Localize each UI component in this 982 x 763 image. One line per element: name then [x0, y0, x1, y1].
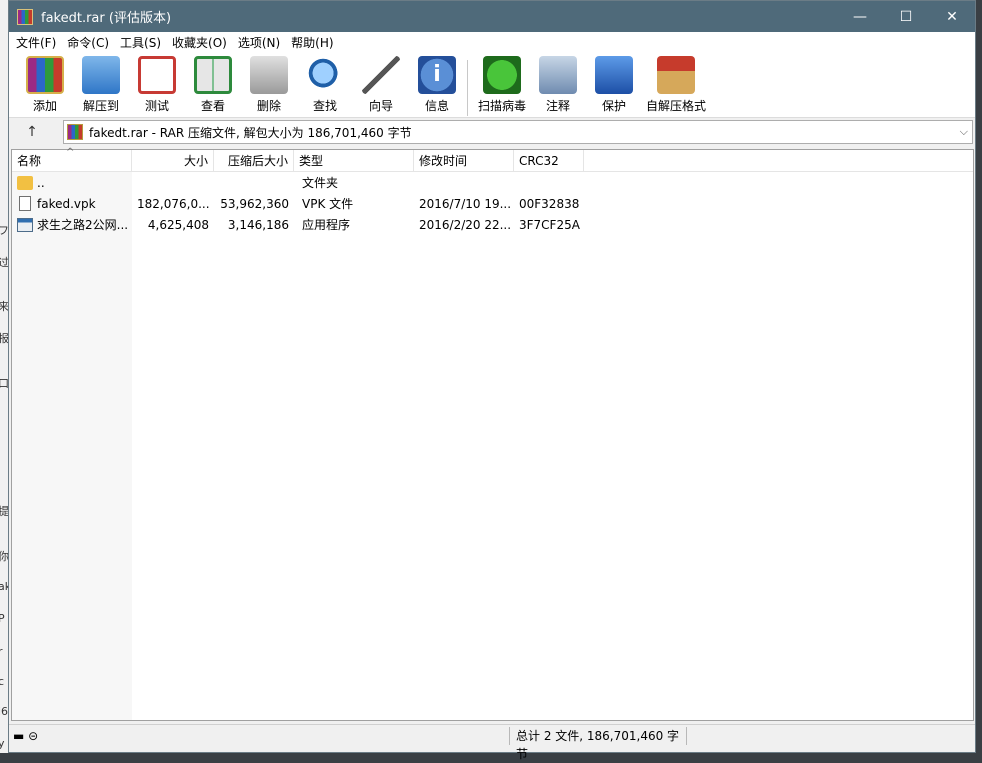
- folder-icon: [17, 175, 33, 190]
- book-icon: [194, 56, 232, 94]
- view-button[interactable]: 查看: [185, 56, 241, 114]
- delete-button[interactable]: 删除: [241, 56, 297, 114]
- desktop-background: フ 过 来 报 口 提 你 ak P r c i6 y: [0, 0, 11, 753]
- archive-path-text: fakedt.rar - RAR 压缩文件, 解包大小为 186,701,460…: [89, 125, 412, 140]
- minimize-button[interactable]: —: [837, 1, 883, 32]
- delete-label: 删除: [256, 99, 281, 113]
- toolbar-divider: [467, 60, 468, 116]
- column-header-crc[interactable]: CRC32: [514, 150, 584, 172]
- protect-label: 保护: [601, 99, 626, 113]
- add-button[interactable]: 添加: [17, 56, 73, 114]
- sort-arrow-icon: ^: [66, 147, 75, 158]
- chevron-down-icon[interactable]: ⌵: [960, 125, 968, 139]
- file-icon: [19, 196, 31, 211]
- desktop-text: c: [0, 675, 5, 688]
- folder-extract-icon: [82, 56, 120, 94]
- virus-scan-button[interactable]: 扫描病毒: [474, 56, 530, 114]
- status-drive-icons[interactable]: ▬ ⊝: [13, 729, 38, 743]
- file-type: 文件夹: [302, 176, 339, 190]
- maximize-button[interactable]: ☐: [883, 1, 929, 32]
- toolbar: 添加 解压到 测试 查看 删除 查找 向导 i 信息 扫描病毒 注释 保护 自解压…: [9, 52, 975, 118]
- name-column-background: [12, 172, 132, 720]
- file-modified: 2016/2/20 22...: [419, 217, 512, 232]
- table-row[interactable]: .. 文件夹: [12, 172, 973, 193]
- file-name: faked.vpk: [37, 196, 96, 211]
- add-archive-icon: [26, 56, 64, 94]
- title-bar[interactable]: fakedt.rar (评估版本) — ☐ ✕: [9, 1, 975, 32]
- address-bar: ↑ fakedt.rar - RAR 压缩文件, 解包大小为 186,701,4…: [9, 118, 975, 146]
- comment-button[interactable]: 注释: [530, 56, 586, 114]
- file-crc: 3F7CF25A: [519, 217, 580, 232]
- menu-commands[interactable]: 命令(C): [63, 34, 116, 51]
- column-header-name[interactable]: 名称 ^: [12, 147, 132, 172]
- exe-icon: [17, 217, 33, 232]
- info-label: 信息: [424, 99, 449, 113]
- find-label: 查找: [312, 99, 337, 113]
- column-header-size[interactable]: 大小: [132, 150, 214, 172]
- file-packed-size: 3,146,186: [227, 217, 289, 232]
- menu-bar: 文件(F) 命令(C) 工具(S) 收藏夹(O) 选项(N) 帮助(H): [9, 32, 975, 52]
- status-bar: ▬ ⊝ 总计 2 文件, 186,701,460 字节: [9, 724, 975, 761]
- sfx-box-icon: [657, 56, 695, 94]
- file-crc: 00F32838: [519, 196, 580, 211]
- desktop-text: P: [0, 612, 5, 625]
- window-title: fakedt.rar (评估版本): [41, 11, 172, 26]
- magic-wand-icon: [362, 56, 400, 94]
- test-button[interactable]: 测试: [129, 56, 185, 114]
- table-row[interactable]: 求生之路2公网... 4,625,408 3,146,186 应用程序 2016…: [12, 214, 973, 235]
- column-header-row: 名称 ^ 大小 压缩后大小 类型 修改时间 CRC32: [12, 147, 973, 172]
- table-row[interactable]: faked.vpk 182,076,0... 53,962,360 VPK 文件…: [12, 193, 973, 214]
- info-icon: i: [418, 56, 456, 94]
- desktop-text: r: [0, 645, 3, 658]
- add-label: 添加: [32, 99, 57, 113]
- winrar-window: fakedt.rar (评估版本) — ☐ ✕ 文件(F) 命令(C) 工具(S…: [8, 0, 976, 761]
- column-name-label: 名称: [17, 154, 42, 168]
- sfx-button[interactable]: 自解压格式: [642, 56, 710, 114]
- menu-favorites[interactable]: 收藏夹(O): [168, 34, 234, 51]
- column-header-packed[interactable]: 压缩后大小: [214, 150, 294, 172]
- virus-scan-icon: [483, 56, 521, 94]
- file-packed-size: 53,962,360: [220, 196, 289, 211]
- sfx-label: 自解压格式: [645, 99, 706, 113]
- up-arrow-button[interactable]: ↑: [15, 121, 49, 143]
- file-modified: 2016/7/10 19...: [419, 196, 512, 211]
- wizard-label: 向导: [368, 99, 393, 113]
- file-list[interactable]: 名称 ^ 大小 压缩后大小 类型 修改时间 CRC32 .. 文件夹 faked.…: [11, 147, 974, 721]
- trash-icon: [250, 56, 288, 94]
- close-button[interactable]: ✕: [929, 1, 975, 32]
- rar-archive-icon: [67, 124, 83, 140]
- shield-icon: [595, 56, 633, 94]
- comment-icon: [539, 56, 577, 94]
- file-size: 4,625,408: [147, 217, 209, 232]
- file-name: ..: [37, 175, 45, 190]
- protect-button[interactable]: 保护: [586, 56, 642, 114]
- view-label: 查看: [200, 99, 225, 113]
- column-header-modified[interactable]: 修改时间: [414, 150, 514, 172]
- comment-label: 注释: [545, 99, 570, 113]
- file-name: 求生之路2公网...: [37, 218, 129, 232]
- archive-path-dropdown[interactable]: fakedt.rar - RAR 压缩文件, 解包大小为 186,701,460…: [63, 120, 973, 144]
- test-label: 测试: [144, 99, 169, 113]
- column-header-type[interactable]: 类型: [294, 150, 414, 172]
- extract-label: 解压到: [82, 99, 119, 113]
- menu-options[interactable]: 选项(N): [234, 34, 287, 51]
- wizard-button[interactable]: 向导: [353, 56, 409, 114]
- status-summary: 总计 2 文件, 186,701,460 字节: [509, 726, 687, 761]
- clipboard-check-icon: [138, 56, 176, 94]
- file-type: 应用程序: [302, 218, 351, 232]
- menu-file[interactable]: 文件(F): [12, 34, 63, 51]
- find-button[interactable]: 查找: [297, 56, 353, 114]
- extract-to-button[interactable]: 解压到: [73, 56, 129, 114]
- magnifier-icon: [306, 56, 344, 94]
- info-button[interactable]: i 信息: [409, 56, 465, 114]
- desktop-text: i6: [0, 705, 9, 718]
- menu-tools[interactable]: 工具(S): [116, 34, 168, 51]
- file-size: 182,076,0...: [137, 196, 210, 211]
- desktop-text: y: [0, 737, 5, 750]
- file-type: VPK 文件: [302, 197, 354, 211]
- menu-help[interactable]: 帮助(H): [287, 34, 340, 51]
- virus-scan-label: 扫描病毒: [477, 99, 526, 113]
- winrar-app-icon[interactable]: [17, 8, 33, 25]
